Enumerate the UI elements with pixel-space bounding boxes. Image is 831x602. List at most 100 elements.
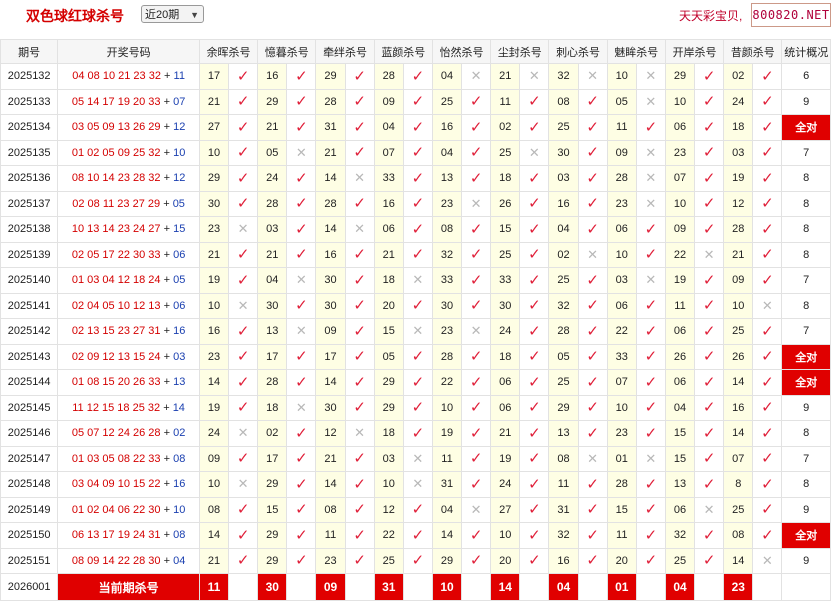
current-issue-row: 2026001 当前期杀号 11 30 09 31 10 14 04 01 04 23 xyxy=(0,573,831,601)
check-icon: ✓ xyxy=(528,322,541,340)
empty-cell xyxy=(635,573,666,601)
blue-ball: 11 xyxy=(173,70,185,83)
stat-count: 8 xyxy=(781,292,831,319)
red-balls: 05 14 17 19 20 33 xyxy=(71,95,161,108)
cross-icon: ✕ xyxy=(412,272,424,288)
check-icon: ✓ xyxy=(577,190,608,217)
check-icon: ✓ xyxy=(353,195,366,213)
empty-cell xyxy=(402,573,433,601)
check-icon: ✓ xyxy=(402,547,433,574)
cross-icon: ✕ xyxy=(645,144,657,160)
kill-number: 06 xyxy=(490,394,521,421)
table-row: 2025144 01 08 15 20 26 33 + 13 14 ✓ 28 ✓ 14 ✓ 29… xyxy=(0,369,831,396)
check-icon: ✓ xyxy=(236,169,250,187)
kill-number: 32 xyxy=(548,63,579,90)
check-icon: ✓ xyxy=(702,297,716,315)
cross-icon: ✕ xyxy=(344,165,375,192)
blue-ball: 04 xyxy=(173,554,186,567)
kill-number: 09 xyxy=(315,318,346,345)
check-icon: ✓ xyxy=(635,496,666,523)
kill-number: 12 xyxy=(315,420,346,447)
blue-ball: 15 xyxy=(173,223,186,236)
blue-ball: 13 xyxy=(173,376,186,389)
kill-number: 29 xyxy=(257,522,288,549)
check-icon: ✓ xyxy=(469,475,483,493)
check-icon: ✓ xyxy=(752,394,783,421)
kill-number: 10 xyxy=(198,292,230,319)
table-row: 2025150 06 13 17 19 24 31 + 08 14 ✓ 29 ✓ 11 ✓ 22… xyxy=(0,522,831,549)
check-icon: ✓ xyxy=(644,475,658,493)
column-header: 开奖号码 xyxy=(57,39,200,64)
check-icon: ✓ xyxy=(353,475,366,493)
table-row: 2025132 04 08 10 21 23 32 + 11 17 ✓ 16 ✓ 29 ✓ 28… xyxy=(0,63,831,90)
check-icon: ✓ xyxy=(577,369,608,396)
stat-count: 8 xyxy=(781,216,831,243)
check-icon: ✓ xyxy=(228,394,259,421)
blue-ball: 02 xyxy=(173,427,186,440)
plus-sign: + xyxy=(160,503,174,516)
cross-icon: ✕ xyxy=(412,476,424,492)
kill-number: 10 xyxy=(373,471,404,498)
check-icon: ✓ xyxy=(461,292,492,319)
kill-number: 30 xyxy=(431,292,463,319)
check-icon: ✓ xyxy=(519,369,550,396)
kill-number: 07 xyxy=(723,445,754,472)
check-icon: ✓ xyxy=(461,369,492,396)
stat-count: 7 xyxy=(781,139,831,166)
kill-number: 10 xyxy=(606,394,637,421)
kill-number: 23 xyxy=(664,139,696,166)
site-name[interactable]: 天天彩宝贝, xyxy=(679,7,742,24)
kill-number: 32 xyxy=(548,522,579,549)
check-icon: ✓ xyxy=(761,246,774,264)
kill-number: 11 xyxy=(606,114,637,141)
kill-number: 10 xyxy=(606,63,637,90)
current-kill-number: 30 xyxy=(257,573,288,601)
kill-number: 02 xyxy=(548,241,579,268)
check-icon: ✓ xyxy=(461,471,492,498)
check-icon: ✓ xyxy=(752,267,783,294)
kill-number: 23 xyxy=(315,547,346,574)
kill-number: 14 xyxy=(315,165,346,192)
kill-number: 30 xyxy=(257,292,288,319)
red-balls: 02 09 12 13 15 24 xyxy=(71,350,161,363)
check-icon: ✓ xyxy=(353,348,366,366)
check-icon: ✓ xyxy=(519,241,550,268)
check-icon: ✓ xyxy=(694,165,725,192)
draw-numbers: 08 09 14 22 28 30 + 04 xyxy=(57,547,200,574)
cross-icon: ✕ xyxy=(645,170,657,186)
cross-icon: ✕ xyxy=(587,246,599,262)
kill-number: 20 xyxy=(373,292,404,319)
all-correct-badge: 全对 xyxy=(781,114,831,141)
period-select[interactable]: 近20期 ▼ xyxy=(141,5,204,23)
kill-number: 21 xyxy=(490,63,521,90)
check-icon: ✓ xyxy=(411,67,425,85)
check-icon: ✓ xyxy=(461,522,492,549)
kill-number: 28 xyxy=(723,216,754,243)
site-url-badge[interactable]: 800820.NET xyxy=(751,3,831,27)
kill-number: 06 xyxy=(664,496,696,523)
check-icon: ✓ xyxy=(761,348,774,366)
kill-number: 10 xyxy=(490,522,521,549)
kill-number: 8 xyxy=(723,471,754,498)
stat-count: 8 xyxy=(781,241,831,268)
check-icon: ✓ xyxy=(236,144,250,162)
table-row: 2025149 01 02 04 06 22 30 + 10 08 ✓ 15 ✓ 08 ✓ 12… xyxy=(0,496,831,523)
check-icon: ✓ xyxy=(353,322,366,340)
cross-icon: ✕ xyxy=(402,267,433,294)
all-correct-badge: 全对 xyxy=(781,369,831,396)
check-icon: ✓ xyxy=(461,267,492,294)
check-icon: ✓ xyxy=(586,169,599,187)
kill-number: 11 xyxy=(431,445,463,472)
check-icon: ✓ xyxy=(461,114,492,141)
cross-icon: ✕ xyxy=(402,471,433,498)
kill-number: 25 xyxy=(373,547,404,574)
current-kill-number: 01 xyxy=(606,573,637,601)
kill-number: 05 xyxy=(257,139,288,166)
check-icon: ✓ xyxy=(644,118,658,136)
check-icon: ✓ xyxy=(286,88,317,115)
check-icon: ✓ xyxy=(586,118,599,136)
kill-number: 24 xyxy=(198,420,230,447)
plus-sign: + xyxy=(160,274,174,287)
check-icon: ✓ xyxy=(228,139,259,166)
check-icon: ✓ xyxy=(411,93,425,111)
